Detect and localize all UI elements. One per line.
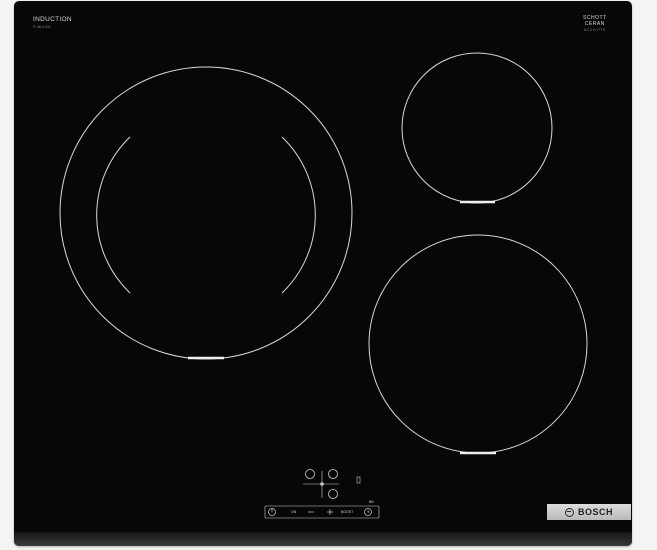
induction-cooktop: INDUCTION Fl 46 A 000 SCHOTT CERAN ACCO … [14, 1, 632, 546]
medium-zone-ring[interactable] [368, 234, 588, 454]
on-label: ON [291, 510, 297, 514]
cooktop-front-edge [14, 532, 632, 546]
child-lock-icon[interactable] [356, 476, 361, 484]
large-zone-inner-arc-left [96, 136, 131, 294]
cooking-zones [59, 52, 588, 519]
zone-select-top-right-icon[interactable] [328, 469, 338, 479]
bosch-badge: BOSCH [547, 504, 631, 520]
boost-indicator: BB [369, 500, 374, 504]
large-zone-inner-arc-right [281, 136, 316, 294]
large-zone-outer-ring[interactable] [59, 66, 353, 360]
zone-selector-center-dot [320, 482, 324, 486]
control-strip [264, 505, 380, 519]
brand-name: BOSCH [577, 507, 613, 517]
zone-select-left-icon[interactable] [305, 469, 315, 479]
zone-select-bottom-right-icon[interactable] [328, 489, 338, 499]
small-zone-ring[interactable] [401, 52, 553, 204]
bosch-logo-icon [564, 507, 574, 517]
boost-label: BOOST [341, 510, 354, 514]
